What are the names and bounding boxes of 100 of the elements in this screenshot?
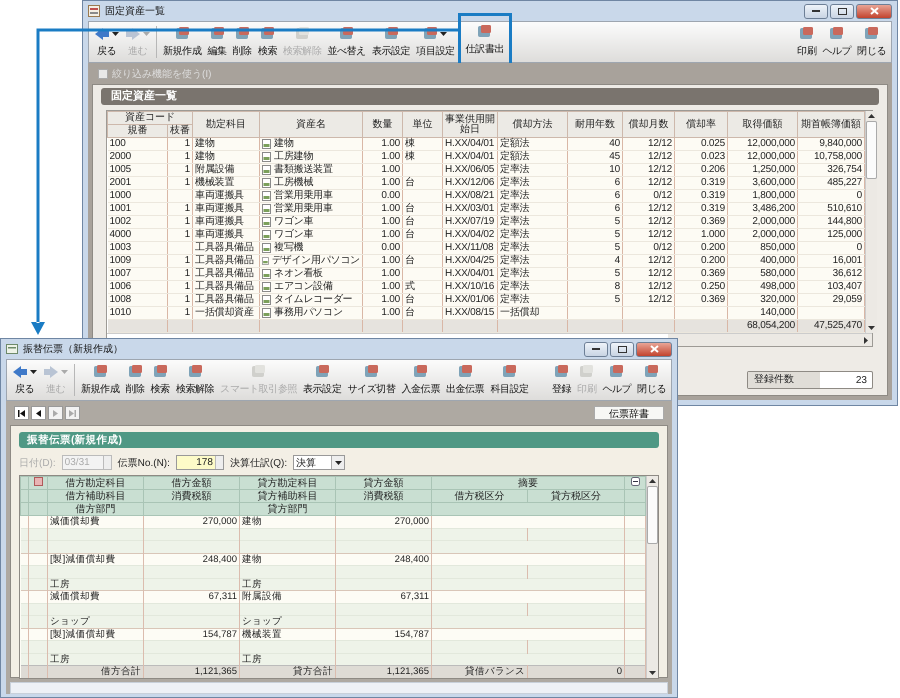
tile-icon	[609, 364, 624, 379]
table-cell: 1,250,000	[752, 164, 795, 175]
column-header: 貸方税区分	[528, 490, 624, 502]
toolbar-button[interactable]: 戻る	[9, 360, 40, 400]
toolbar-button[interactable]: 科目設定	[487, 360, 532, 400]
table-cell: 建物	[274, 138, 294, 150]
table-cell: 定率法	[500, 203, 530, 214]
up-arrow-icon[interactable]	[649, 479, 656, 483]
table-cell: 工房	[242, 578, 262, 590]
table-cell: 建物	[242, 516, 262, 528]
toolbar-button[interactable]: 検索解除	[172, 360, 218, 400]
table-cell: 1.00	[381, 216, 400, 227]
scrollbar[interactable]	[646, 476, 658, 678]
table-cell: 12/12	[648, 216, 672, 227]
table-cell: 270,000	[394, 516, 429, 528]
table-cell: 5	[614, 229, 620, 240]
first-icon	[17, 408, 26, 418]
column-header: 消費税額	[336, 490, 432, 502]
column-header: 償却月数	[622, 112, 674, 138]
collapse-icon[interactable]	[630, 477, 640, 486]
table-cell: ショップ	[50, 616, 90, 628]
toolbar-button[interactable]: ヘルプ	[599, 360, 634, 400]
table-cell: 1.00	[381, 281, 400, 292]
checkbox-label: 絞り込み機能を使う(I)	[112, 68, 212, 81]
table-cell: 営業用乗用車	[274, 203, 333, 215]
down-arrow-icon[interactable]	[649, 670, 656, 674]
table-cell: 1007	[110, 268, 131, 279]
window-title: 固定資産一覧	[105, 4, 165, 18]
table-cell: 1.00	[381, 138, 400, 149]
table-cell: H.XX/04/02	[445, 229, 494, 240]
table-cell: 1.00	[381, 307, 400, 318]
table-cell: 3,486,200	[752, 203, 795, 214]
scrollbar[interactable]	[668, 334, 872, 346]
table-cell: 0.369	[700, 294, 725, 305]
caret-icon	[143, 32, 150, 36]
dictionary-button[interactable]: 伝票辞書	[594, 406, 664, 420]
toolbar-button[interactable]: 出金伝票	[442, 360, 488, 400]
toolbar-button[interactable]: 印刷	[794, 22, 820, 62]
scrollbar[interactable]	[10, 682, 668, 694]
column-header: 規番	[108, 124, 168, 138]
tile-icon	[152, 364, 168, 379]
toolbar-button[interactable]: 検索	[148, 360, 173, 400]
table-cell: 12/12	[648, 255, 672, 266]
toolbar-button[interactable]: 新規作成	[78, 360, 122, 400]
scrollbar-thumb[interactable]	[647, 486, 658, 544]
number-field[interactable]: 178	[176, 455, 224, 470]
tile-icon	[799, 26, 814, 41]
up-arrow-icon[interactable]	[868, 114, 875, 118]
table-cell: 建物	[195, 151, 215, 162]
toolbar-button[interactable]: 閉じる	[854, 22, 889, 62]
table-cell: 機械装置	[195, 177, 234, 188]
tile-icon	[864, 26, 880, 41]
table-cell: 67,311	[400, 591, 429, 602]
table-cell: 320,000	[760, 294, 795, 305]
maximize-button[interactable]	[830, 4, 854, 18]
column-header: 借方税区分	[432, 490, 528, 502]
minimize-icon	[592, 348, 600, 350]
minimize-button[interactable]	[584, 342, 608, 356]
table-cell: 1	[184, 281, 190, 292]
tile-icon	[458, 364, 473, 379]
toolbar-button[interactable]: ヘルプ	[819, 22, 854, 62]
close-button[interactable]	[856, 4, 892, 18]
tile-icon	[364, 364, 379, 379]
dropdown[interactable]: 決算	[293, 455, 346, 470]
table-cell: 車両運搬具	[195, 229, 244, 240]
scrollbar[interactable]	[865, 111, 877, 333]
close-button[interactable]	[636, 342, 672, 356]
table-cell: 棟	[405, 138, 415, 149]
table-cell: 45	[609, 151, 620, 162]
table-cell: 1000	[110, 190, 131, 201]
table-cell: 0	[856, 190, 862, 201]
table-cell: H.XX/04/25	[445, 255, 494, 266]
toolbar-button[interactable]: 閉じる	[634, 360, 669, 400]
toolbar-button[interactable]: 登録	[548, 360, 574, 400]
minimize-button[interactable]	[804, 4, 828, 18]
column-header: 貸方金額	[336, 476, 432, 490]
toolbar-button[interactable]: サイズ切替	[344, 360, 398, 400]
maximize-button[interactable]	[610, 342, 634, 356]
table-cell: 140,000	[760, 307, 795, 318]
previous-record-button[interactable]	[31, 406, 46, 420]
first-record-button[interactable]	[14, 406, 29, 420]
table-cell: 2,000,000	[752, 229, 795, 240]
table-cell: 248,400	[202, 554, 237, 565]
toolbar-button[interactable]: 表示設定	[300, 360, 344, 400]
table-cell: 12,000,000	[746, 138, 795, 149]
down-arrow-icon[interactable]	[868, 326, 875, 330]
table-cell: ネオン看板	[274, 268, 324, 280]
table-cell: 1	[184, 164, 190, 175]
table-cell: 複写機	[274, 242, 304, 254]
table-cell: 0/12	[653, 190, 672, 201]
table-cell: 1010	[110, 307, 131, 318]
table-cell: 附属設備	[242, 591, 282, 602]
table-cell: 5	[614, 294, 620, 305]
table-cell: 建物	[242, 554, 262, 565]
table-cell: 式	[405, 281, 415, 292]
right-arrow-icon[interactable]	[864, 336, 868, 344]
toolbar-button[interactable]: 入金伝票	[398, 360, 443, 400]
scrollbar-thumb[interactable]	[866, 121, 877, 179]
table-cell: 1.000	[700, 229, 725, 240]
toolbar-button[interactable]: 削除	[122, 360, 148, 400]
